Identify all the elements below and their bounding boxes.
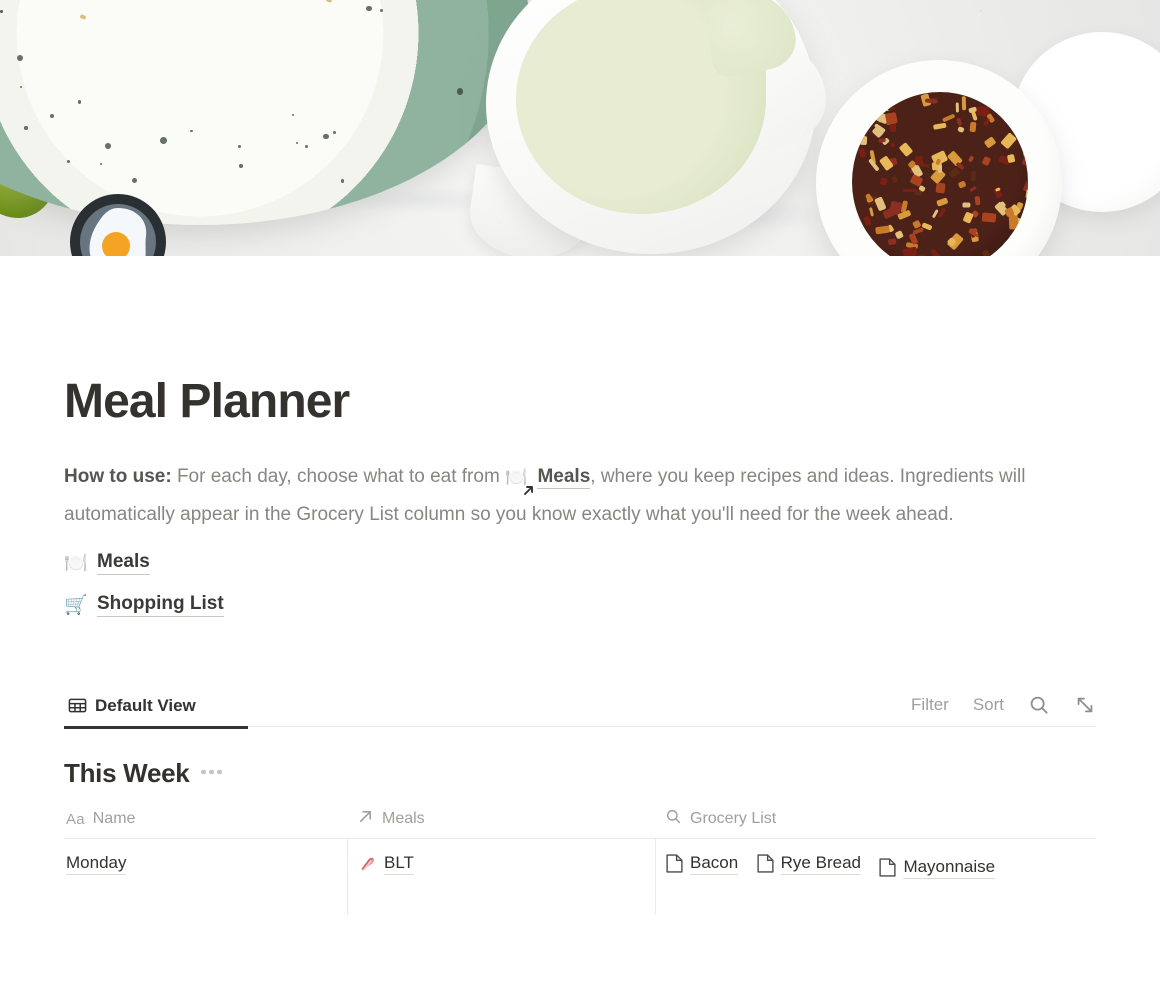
title-aa-icon: Aa [66,811,85,828]
page-title[interactable]: Meal Planner [64,376,1096,429]
how-to-use-label: How to use: [64,466,172,487]
column-label-name: Name [93,810,136,828]
link-arrow-icon [521,483,537,499]
rollup-chip-mayonnaise[interactable]: Mayonnaise [879,857,995,879]
page-icon-fried-egg-pan[interactable] [66,192,184,256]
column-header-meals[interactable]: Meals [347,801,655,838]
page-icon [757,854,774,873]
page-content: Meal Planner How to use: For each day, c… [0,376,1160,915]
row-title-monday[interactable]: Monday [66,853,126,875]
column-header-name[interactable]: Aa Name [64,801,347,838]
cell-name[interactable]: Monday [64,839,347,915]
dried-tea-flakes [852,92,1028,256]
tab-default-view[interactable]: Default View [64,696,204,726]
bacon-icon [358,854,377,873]
rollup-chip-rye-bread[interactable]: Rye Bread [757,853,861,875]
relation-arrow-icon [357,808,374,830]
expand-diagonal-icon[interactable] [1074,694,1096,716]
cell-meals[interactable]: BLT [347,839,655,915]
ellipsis-icon[interactable] [201,770,222,778]
meals-inline-link[interactable]: Meals [537,466,590,489]
database-toolbar: Default View Filter Sort [64,682,1096,726]
page-link-meals[interactable]: 🍽️ Meals [64,542,1096,584]
relation-label-blt: BLT [384,853,414,875]
description-part-1: For each day, choose what to eat from [172,466,505,487]
rollup-label-rye-bread: Rye Bread [781,853,861,875]
tab-active-indicator [64,726,248,729]
column-label-grocery-list: Grocery List [690,810,776,828]
database-table: Aa Name Meals Grocery List Monday BLT Ba… [64,801,1096,915]
table-body: Monday BLT Bacon Rye Bread Mayonnaise [64,839,1096,915]
tab-label-default-view: Default View [95,696,196,716]
group-title[interactable]: This Week [64,758,189,789]
table-row[interactable]: Monday BLT Bacon Rye Bread Mayonnaise [64,839,1096,915]
group-header: This Week [64,758,1096,789]
table-view-icon [68,696,87,715]
tab-underline [64,726,1096,728]
page-icon [666,854,683,873]
page-link-label-shopping-list[interactable]: Shopping List [97,593,224,617]
rollup-label-mayonnaise: Mayonnaise [903,857,995,879]
view-tabs: Default View [64,696,204,726]
rollup-search-icon [665,808,682,830]
page-cover[interactable] [0,0,1160,256]
cell-grocery-list[interactable]: Bacon Rye Bread Mayonnaise [655,839,1096,915]
page-links-list: 🍽️ Meals 🛒 Shopping List [64,542,1096,626]
database-toolbar-actions: Filter Sort [911,694,1096,726]
sort-button[interactable]: Sort [973,695,1004,715]
column-label-meals: Meals [382,810,425,828]
page-link-shopping-list[interactable]: 🛒 Shopping List [64,584,1096,626]
page-link-label-meals[interactable]: Meals [97,551,150,575]
page-description: How to use: For each day, choose what to… [64,458,1096,534]
search-icon[interactable] [1028,694,1050,716]
rollup-label-bacon: Bacon [690,853,738,875]
column-header-grocery-list[interactable]: Grocery List [655,801,1096,838]
table-header-row: Aa Name Meals Grocery List [64,801,1096,839]
rollup-chip-bacon[interactable]: Bacon [666,853,738,875]
plate-with-cutlery-icon: 🍽️ [64,551,88,575]
database-block: Default View Filter Sort This Week Aa Na… [64,682,1096,915]
relation-chip-blt[interactable]: BLT [358,853,414,875]
page-icon [879,858,896,877]
shopping-cart-icon: 🛒 [64,593,88,617]
filter-button[interactable]: Filter [911,695,949,715]
